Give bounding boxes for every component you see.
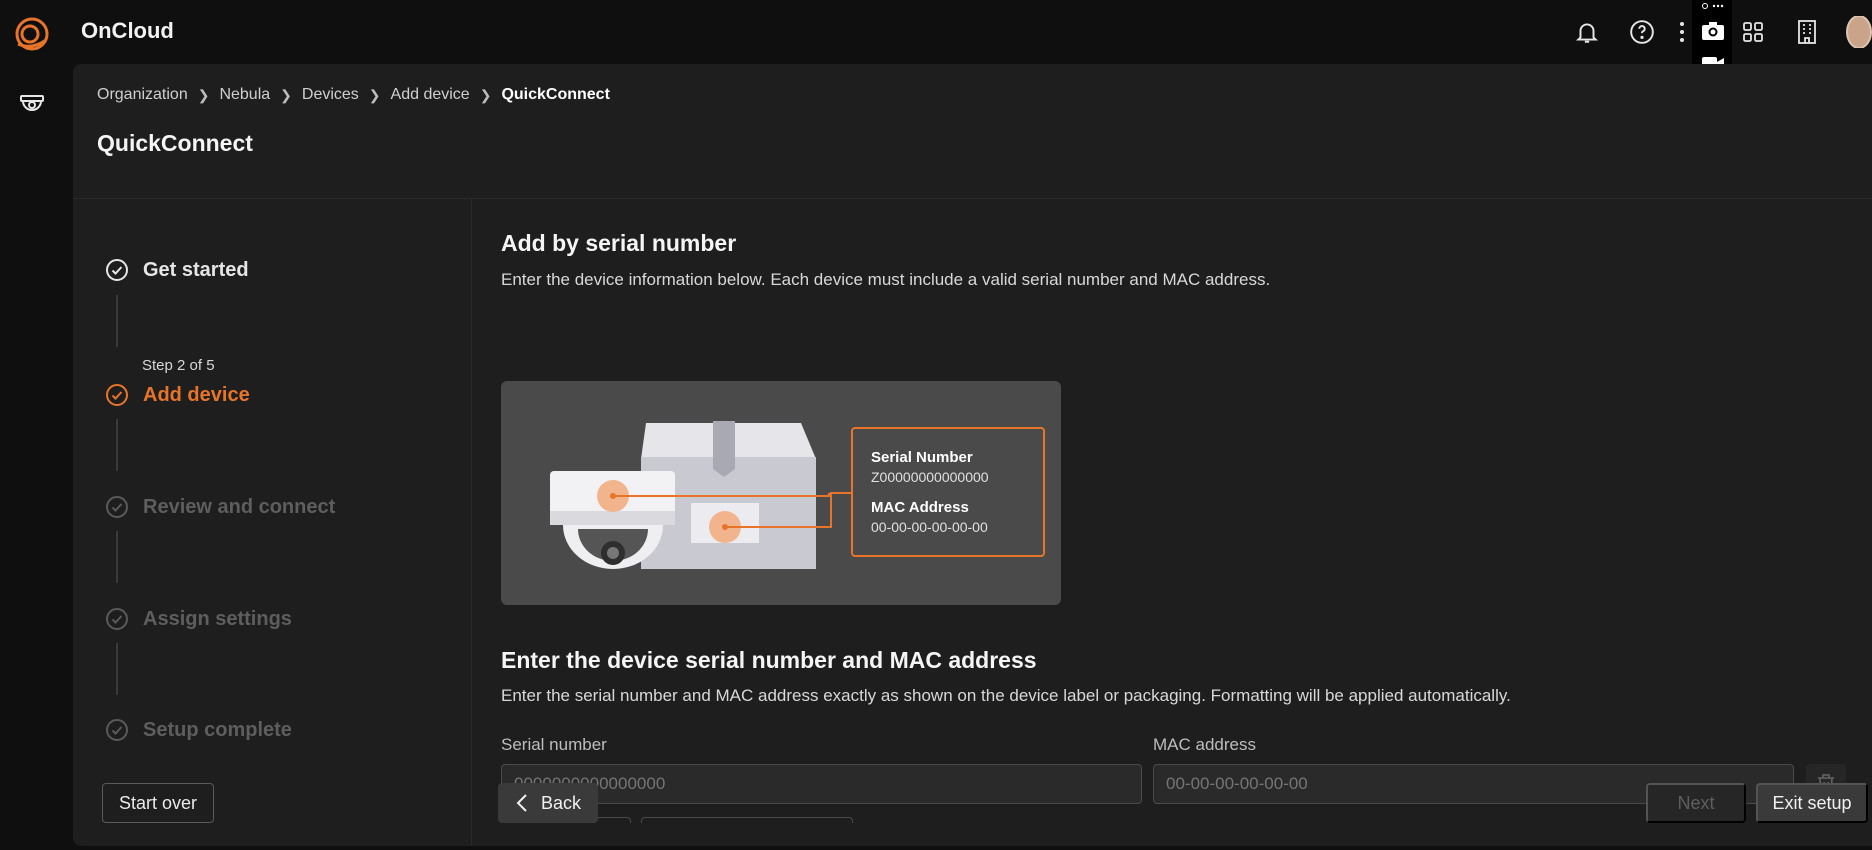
- step-review-and-connect: Review and connect: [105, 495, 335, 519]
- security-camera-icon[interactable]: [18, 90, 46, 118]
- bell-icon[interactable]: [1571, 16, 1603, 48]
- section-title: Enter the device serial number and MAC a…: [501, 647, 1037, 673]
- serial-number-title: Serial Number: [871, 449, 973, 466]
- check-circle-icon: [105, 718, 129, 742]
- step-connector: [116, 295, 118, 347]
- check-circle-icon: [105, 383, 129, 407]
- mac-address-label: MAC address: [1153, 735, 1256, 754]
- avatar[interactable]: [1846, 16, 1872, 48]
- serial-number-example: Z00000000000000: [871, 469, 989, 485]
- camera-icon[interactable]: [1700, 18, 1726, 44]
- more-vertical-icon[interactable]: [1674, 16, 1690, 48]
- serial-number-label: Serial number: [501, 735, 607, 754]
- chevron-right-icon: ❯: [368, 86, 381, 103]
- next-button[interactable]: Next: [1646, 783, 1746, 823]
- section-description: Enter the serial number and MAC address …: [501, 686, 1511, 705]
- breadcrumb-current: QuickConnect: [501, 86, 610, 103]
- device-label-card: Serial Number Z00000000000000 MAC Addres…: [851, 427, 1045, 557]
- step-get-started[interactable]: Get started: [105, 258, 249, 282]
- start-over-button[interactable]: Start over: [102, 783, 214, 823]
- step-label: Assign settings: [143, 607, 292, 630]
- app-title: OnCloud: [81, 18, 174, 43]
- page-title: QuickConnect: [97, 130, 253, 156]
- breadcrumb-devices[interactable]: Devices: [302, 86, 359, 104]
- content-area: Add by serial number Enter the device in…: [501, 199, 1872, 846]
- step-assign-settings: Assign settings: [105, 607, 292, 631]
- chevron-left-icon: [516, 794, 527, 812]
- step-counter: Step 2 of 5: [142, 357, 215, 374]
- chevron-right-icon: ❯: [197, 86, 210, 103]
- apps-grid-icon[interactable]: [1737, 16, 1769, 48]
- breadcrumb: Organization ❯ Nebula ❯ Devices ❯ Add de…: [97, 86, 610, 104]
- top-bar: OnCloud: [0, 0, 1872, 64]
- main-panel: Organization ❯ Nebula ❯ Devices ❯ Add de…: [73, 64, 1872, 846]
- step-label: Setup complete: [143, 718, 292, 741]
- step-label: Review and connect: [143, 495, 336, 518]
- back-label: Back: [540, 792, 582, 813]
- building-icon[interactable]: [1791, 16, 1823, 48]
- mac-address-example: 00-00-00-00-00-00: [871, 519, 988, 535]
- device-label-illustration: Serial Number Z00000000000000 MAC Addres…: [501, 381, 1061, 605]
- step-connector: [116, 531, 118, 583]
- exit-setup-button[interactable]: Exit setup: [1756, 783, 1868, 823]
- section-title: Add by serial number: [501, 230, 737, 256]
- step-connector: [116, 643, 118, 695]
- setup-steps: Get started Step 2 of 5 Add device Revie…: [73, 199, 472, 846]
- chevron-right-icon: ❯: [479, 86, 492, 103]
- step-connector: [116, 419, 118, 471]
- step-label: Add device: [143, 383, 250, 406]
- mac-address-title: MAC Address: [871, 499, 969, 516]
- left-rail: [0, 64, 72, 850]
- back-button[interactable]: Back: [498, 783, 598, 823]
- chevron-right-icon: ❯: [280, 86, 292, 103]
- breadcrumb-nebula[interactable]: Nebula: [219, 86, 270, 104]
- step-label: Get started: [143, 258, 249, 281]
- step-setup-complete: Setup complete: [105, 718, 292, 742]
- help-icon[interactable]: [1626, 16, 1658, 48]
- check-circle-icon: [105, 607, 129, 631]
- breadcrumb-add-device[interactable]: Add device: [391, 86, 470, 104]
- toolbar-handle-icon[interactable]: [1700, 0, 1726, 12]
- check-circle-icon: [105, 495, 129, 519]
- step-add-device[interactable]: Add device: [105, 383, 250, 407]
- section-description: Enter the device information below. Each…: [501, 270, 1271, 289]
- partial-row-field: [641, 817, 853, 823]
- oncloud-logo[interactable]: [12, 14, 52, 54]
- check-circle-icon: [105, 258, 129, 282]
- breadcrumb-organization[interactable]: Organization: [97, 86, 188, 104]
